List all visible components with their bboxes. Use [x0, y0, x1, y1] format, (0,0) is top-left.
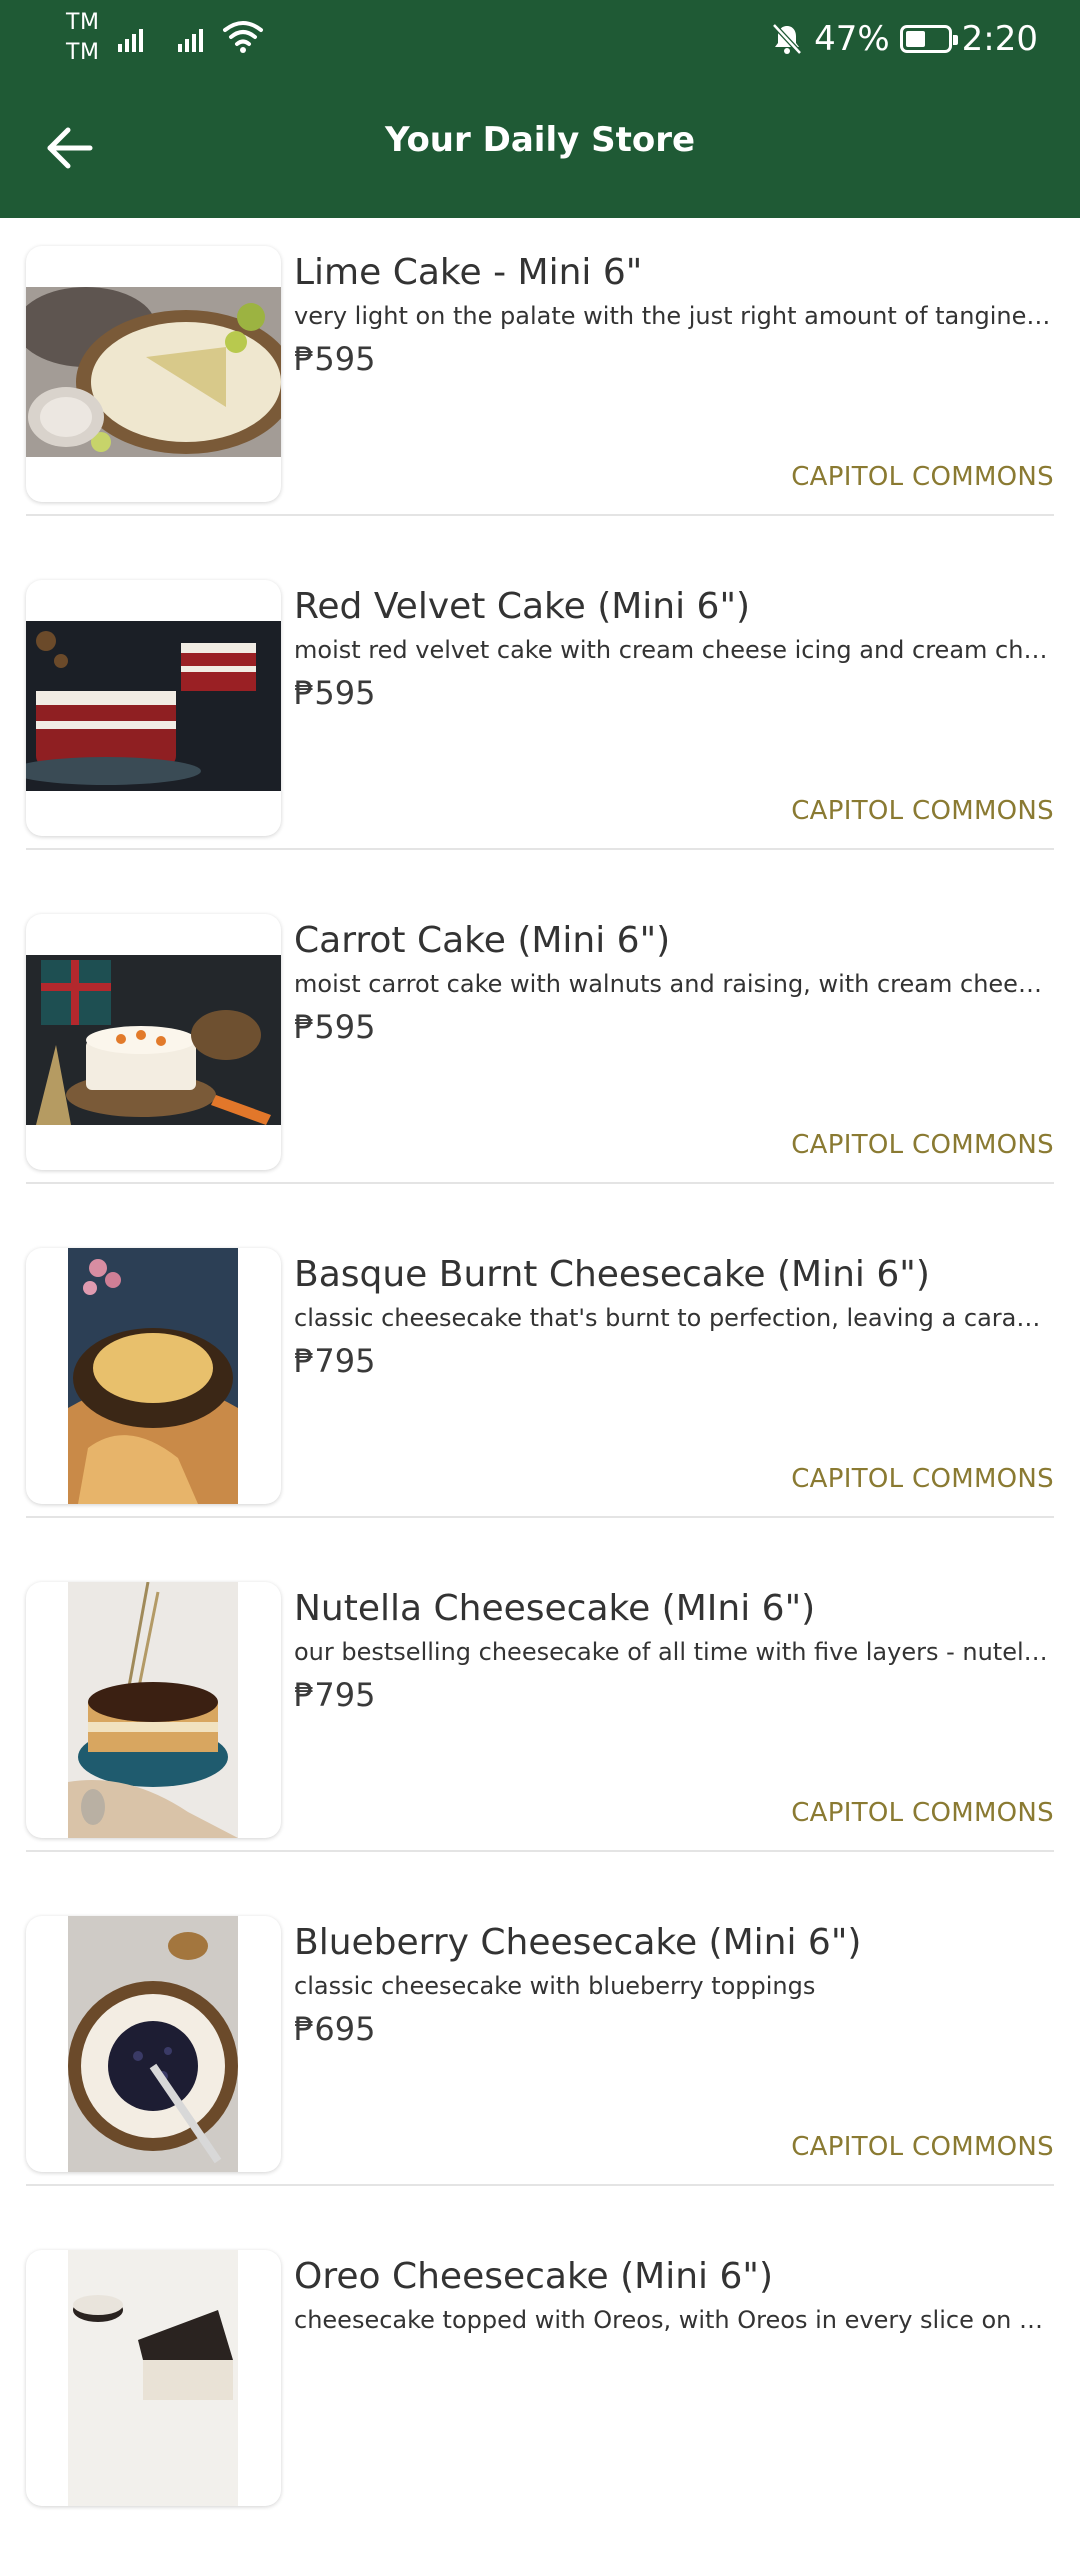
product-price: ₱695	[294, 2010, 376, 2048]
mute-bell-icon	[772, 23, 802, 55]
product-item[interactable]: Nutella Cheesecake (MIni 6") our bestsel…	[0, 1554, 1080, 1888]
signal-icon	[118, 29, 143, 52]
battery-percent: 47%	[814, 19, 890, 59]
product-description: moist red velvet cake with cream cheese …	[294, 636, 1054, 664]
battery-icon	[899, 25, 958, 53]
divider	[26, 1516, 1054, 1518]
divider	[26, 514, 1054, 516]
store-location: CAPITOL COMMONS	[791, 796, 1054, 826]
divider	[26, 1850, 1054, 1852]
product-item[interactable]: Lime Cake - Mini 6" very light on the pa…	[0, 218, 1080, 552]
product-item[interactable]: Basque Burnt Cheesecake (Mini 6") classi…	[0, 1220, 1080, 1554]
store-location: CAPITOL COMMONS	[791, 462, 1054, 492]
product-image[interactable]	[26, 1248, 281, 1504]
divider	[26, 2184, 1054, 2186]
product-description: moist carrot cake with walnuts and raisi…	[294, 970, 1054, 998]
divider	[26, 848, 1054, 850]
product-price: ₱795	[294, 1676, 376, 1714]
product-image[interactable]	[26, 1582, 281, 1838]
app-bar: Your Daily Store	[0, 80, 1080, 218]
product-image[interactable]	[26, 2250, 281, 2506]
divider	[26, 1182, 1054, 1184]
store-location: CAPITOL COMMONS	[791, 1464, 1054, 1494]
top-bar: TM TM 47% 2:20 Your Daily Store	[0, 0, 1080, 218]
clock: 2:20	[961, 19, 1038, 59]
product-name: Nutella Cheesecake (MIni 6")	[294, 1588, 816, 1629]
status-bar: TM TM 47% 2:20	[0, 0, 1080, 80]
store-location: CAPITOL COMMONS	[791, 1798, 1054, 1828]
product-item[interactable]: Blueberry Cheesecake (Mini 6") classic c…	[0, 1888, 1080, 2222]
signal-icon	[178, 29, 203, 52]
product-price: ₱595	[294, 1008, 376, 1046]
product-description: classic cheesecake with blueberry toppin…	[294, 1972, 816, 2000]
product-image[interactable]	[26, 914, 281, 1170]
product-name: Lime Cake - Mini 6"	[294, 252, 643, 293]
product-name: Oreo Cheesecake (Mini 6")	[294, 2256, 774, 2297]
product-name: Red Velvet Cake (Mini 6")	[294, 586, 751, 627]
page-title: Your Daily Store	[384, 120, 696, 160]
product-item[interactable]: Oreo Cheesecake (Mini 6") cheesecake top…	[0, 2222, 1080, 2556]
product-description: cheesecake topped with Oreos, with Oreos…	[294, 2306, 1054, 2334]
carrier-labels: TM TM	[66, 8, 99, 68]
product-image[interactable]	[26, 580, 281, 836]
product-description: very light on the palate with the just r…	[294, 302, 1054, 330]
product-description: our bestselling cheesecake of all time w…	[294, 1638, 1054, 1666]
product-price: ₱795	[294, 1342, 376, 1380]
status-right-group: 47% 2:20	[770, 14, 1038, 64]
product-price: ₱595	[294, 340, 376, 378]
product-price: ₱595	[294, 674, 376, 712]
carrier-label-2: TM	[66, 40, 100, 65]
store-location: CAPITOL COMMONS	[791, 2132, 1054, 2162]
carrier-label-1: TM	[66, 10, 100, 35]
product-name: Carrot Cake (Mini 6")	[294, 920, 671, 961]
product-name: Blueberry Cheesecake (Mini 6")	[294, 1922, 862, 1963]
wifi-icon	[223, 21, 263, 53]
product-item[interactable]: Carrot Cake (Mini 6") moist carrot cake …	[0, 886, 1080, 1220]
battery-level	[905, 31, 925, 47]
product-image[interactable]	[26, 246, 281, 502]
product-name: Basque Burnt Cheesecake (Mini 6")	[294, 1254, 930, 1295]
product-description: classic cheesecake that's burnt to perfe…	[294, 1304, 1054, 1332]
product-image[interactable]	[26, 1916, 281, 2172]
store-location: CAPITOL COMMONS	[791, 1130, 1054, 1160]
product-item[interactable]: Red Velvet Cake (Mini 6") moist red velv…	[0, 552, 1080, 886]
